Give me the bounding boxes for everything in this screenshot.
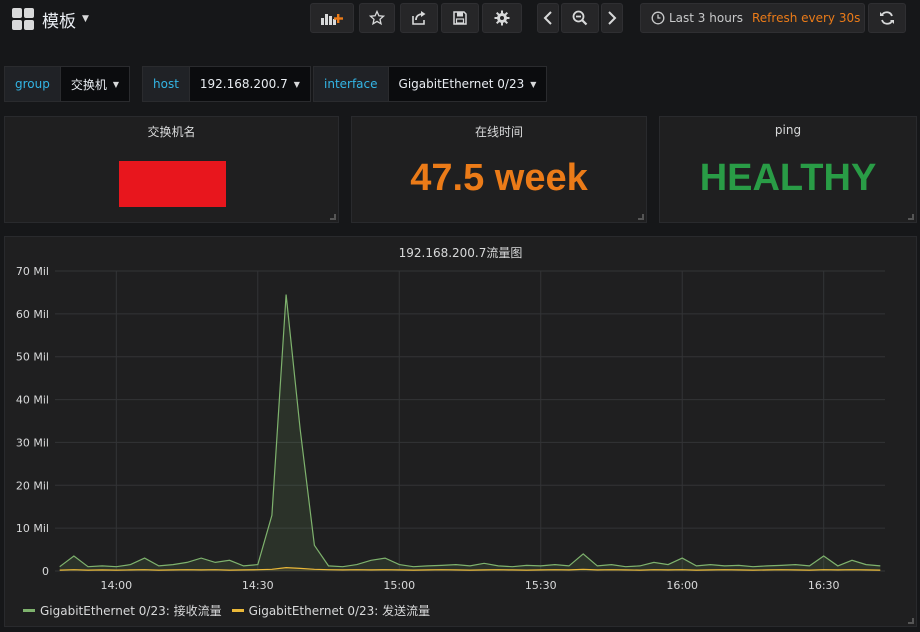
x-tick-label: 15:30	[525, 579, 557, 592]
y-tick-label: 70 Mil	[16, 265, 49, 278]
legend-item-rx[interactable]: GigabitEthernet 0/23: 接收流量	[23, 602, 222, 619]
x-tick-label: 14:30	[242, 579, 274, 592]
x-tick-label: 15:00	[383, 579, 415, 592]
chevron-down-icon: ▼	[112, 79, 120, 89]
gear-icon	[494, 10, 510, 26]
y-tick-label: 30 Mil	[16, 436, 49, 449]
save-button[interactable]	[441, 3, 479, 33]
variable-interface: interface GigabitEthernet 0/23 ▼	[313, 66, 548, 102]
time-back-button[interactable]	[537, 3, 559, 33]
x-tick-label: 16:00	[666, 579, 698, 592]
y-tick-label: 20 Mil	[16, 479, 49, 492]
time-range-label: Last 3 hours	[669, 11, 743, 25]
clock-icon	[651, 11, 665, 25]
chevron-down-icon: ▼	[530, 79, 537, 89]
variable-host-select[interactable]: 192.168.200.7 ▼	[188, 66, 311, 102]
traffic-line-chart[interactable]: 0 10 Mil 20 Mil 30 Mil 40 Mil 50 Mil 60 Mil 70 …	[5, 237, 918, 628]
legend-item-tx[interactable]: GigabitEthernet 0/23: 发送流量	[231, 602, 431, 619]
variable-label: interface	[313, 66, 388, 102]
panel-title[interactable]: 交换机名	[5, 123, 338, 140]
variable-label: host	[142, 66, 189, 102]
resize-handle[interactable]	[330, 214, 336, 220]
series-area-rx	[59, 294, 881, 571]
chevron-down-icon: ▼	[293, 79, 300, 89]
refresh-button[interactable]	[868, 3, 906, 33]
traffic-graph-panel: 192.168.200.7流量图 0 10 Mil 20 Mil 30 Mil 40 M…	[4, 236, 917, 627]
y-tick-label: 10 Mil	[16, 522, 49, 535]
variable-value: GigabitEthernet 0/23	[398, 77, 525, 91]
top-navbar: 模板 ▼ Last 3 hours Refresh every 30s	[0, 0, 920, 40]
zoom-out-icon	[572, 10, 588, 26]
resize-handle[interactable]	[908, 214, 914, 220]
ping-status-value: HEALTHY	[699, 157, 877, 199]
refresh-icon	[880, 11, 894, 25]
legend-label: GigabitEthernet 0/23: 发送流量	[248, 604, 431, 618]
variable-group-select[interactable]: 交换机 ▼	[59, 66, 131, 102]
share-icon	[412, 11, 426, 25]
panel-title[interactable]: ping	[660, 123, 916, 137]
variable-label: group	[4, 66, 60, 102]
legend-label: GigabitEthernet 0/23: 接收流量	[40, 604, 222, 618]
variable-interface-select[interactable]: GigabitEthernet 0/23 ▼	[387, 66, 548, 102]
x-tick-label: 14:00	[100, 579, 132, 592]
refresh-interval-label: Refresh every 30s	[752, 11, 861, 25]
y-tick-label: 40 Mil	[16, 394, 49, 407]
uptime-panel: 在线时间 47.5 week	[351, 116, 647, 223]
uptime-value: 47.5 week	[410, 157, 588, 199]
chevron-down-icon: ▼	[82, 14, 89, 24]
ping-panel: ping HEALTHY	[659, 116, 917, 223]
time-forward-button[interactable]	[601, 3, 623, 33]
share-button[interactable]	[400, 3, 438, 33]
panel-title[interactable]: 在线时间	[352, 123, 646, 140]
add-panel-icon	[321, 14, 343, 25]
settings-button[interactable]	[482, 3, 522, 33]
save-icon	[453, 11, 467, 25]
switch-name-panel: 交换机名	[4, 116, 339, 223]
variable-host: host 192.168.200.7 ▼	[142, 66, 311, 102]
dashboard-grid-icon	[12, 8, 34, 30]
chevron-right-icon	[608, 11, 617, 25]
graph-legend: GigabitEthernet 0/23: 接收流量 GigabitEthern…	[23, 602, 430, 619]
dashboard-title: 模板	[42, 11, 76, 32]
time-picker-button[interactable]: Last 3 hours Refresh every 30s	[640, 3, 865, 33]
legend-swatch	[231, 609, 244, 612]
resize-handle[interactable]	[908, 618, 914, 624]
chevron-left-icon	[543, 11, 552, 25]
variable-value: 交换机	[70, 77, 107, 92]
y-tick-label: 0	[42, 565, 49, 578]
variable-value: 192.168.200.7	[199, 77, 288, 91]
dashboard-picker[interactable]: 模板 ▼	[12, 6, 89, 32]
zoom-out-button[interactable]	[561, 3, 599, 33]
redacted-value	[119, 161, 226, 207]
add-panel-button[interactable]	[310, 3, 354, 33]
x-tick-label: 16:30	[808, 579, 840, 592]
star-button[interactable]	[359, 3, 395, 33]
series-line-rx	[59, 294, 881, 568]
y-tick-label: 50 Mil	[16, 351, 49, 364]
variable-group: group 交换机 ▼	[4, 66, 131, 102]
legend-swatch	[23, 609, 35, 612]
resize-handle[interactable]	[638, 214, 644, 220]
star-icon	[369, 10, 385, 26]
y-tick-label: 60 Mil	[16, 308, 49, 321]
